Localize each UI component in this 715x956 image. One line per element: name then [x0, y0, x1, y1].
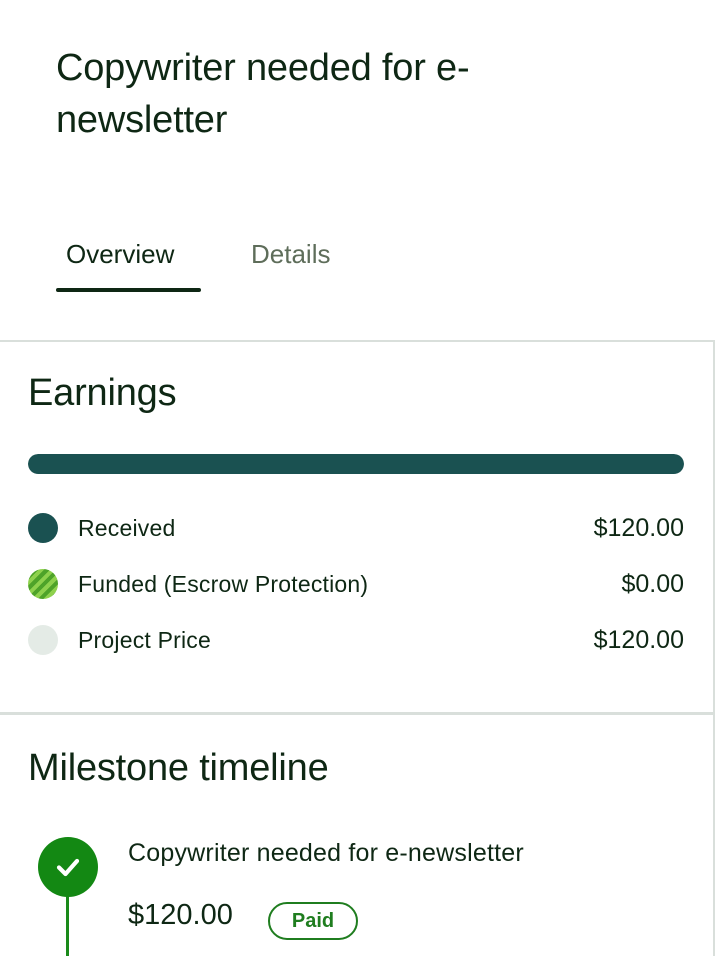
milestone-amount: $120.00 — [128, 899, 233, 931]
legend-amount: $120.00 — [593, 513, 684, 542]
tab-overview[interactable]: Overview — [56, 236, 201, 292]
received-dot-icon — [28, 513, 58, 543]
page-title: Copywriter needed for e-newsletter — [56, 47, 470, 141]
check-mark-svg — [56, 858, 80, 877]
legend-row-funded: Funded (Escrow Protection) $0.00 — [28, 568, 684, 600]
milestone-timeline-card: Milestone timeline Copywriter needed for… — [0, 715, 713, 956]
check-icon — [38, 837, 98, 897]
project-price-dot-icon — [28, 625, 58, 655]
legend-row-project-price: Project Price $120.00 — [28, 624, 684, 656]
legend-label: Project Price — [78, 626, 211, 653]
legend-amount: $0.00 — [621, 569, 684, 598]
earnings-card: Earnings Received $120.00 Funded (Escrow… — [0, 342, 713, 713]
progress-fill-received — [28, 454, 684, 474]
status-badge: Paid — [268, 902, 358, 940]
milestone-name: Copywriter needed for e-newsletter — [128, 839, 524, 867]
legend-label: Received — [78, 514, 176, 541]
earnings-title: Earnings — [28, 372, 177, 414]
job-header: Copywriter needed for e-newsletter Overv… — [0, 0, 715, 342]
tab-details[interactable]: Details — [241, 236, 340, 292]
timeline-connector — [66, 893, 69, 956]
milestone-timeline-title: Milestone timeline — [28, 747, 329, 789]
tab-bar: Overview Details — [56, 236, 340, 292]
funded-striped-dot-icon — [28, 569, 58, 599]
legend-label: Funded (Escrow Protection) — [78, 570, 369, 597]
legend-row-received: Received $120.00 — [28, 512, 684, 544]
legend-amount: $120.00 — [593, 625, 684, 654]
earnings-progress-bar — [28, 454, 684, 474]
